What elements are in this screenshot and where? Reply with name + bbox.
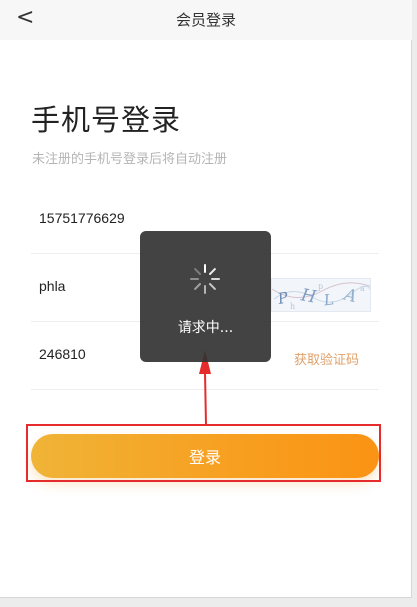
get-code-button[interactable]: 获取验证码: [294, 349, 359, 368]
spinner-icon: [190, 264, 220, 294]
captcha-input-value[interactable]: phla: [39, 278, 65, 294]
nav-title: 会员登录: [175, 11, 236, 29]
page-title: 手机号登录: [31, 103, 182, 137]
svg-text:a: a: [360, 284, 365, 293]
loading-toast: 请求中...: [140, 231, 271, 362]
svg-text:A: A: [340, 284, 359, 307]
svg-text:P: P: [275, 288, 290, 308]
nav-bar: < 会员登录: [0, 0, 412, 40]
svg-text:H: H: [299, 285, 319, 308]
captcha-image[interactable]: P H L A h p a: [271, 278, 371, 312]
svg-text:p: p: [318, 282, 323, 291]
page-subtitle: 未注册的手机号登录后将自动注册: [32, 152, 228, 167]
svg-text:L: L: [322, 290, 335, 309]
captcha-image-graphic: P H L A h p a: [272, 282, 370, 311]
phone-input-value[interactable]: 15751776629: [39, 210, 125, 226]
loading-toast-text: 请求中...: [177, 320, 234, 336]
svg-text:h: h: [290, 302, 295, 311]
sms-code-input-value[interactable]: 246810: [39, 346, 86, 362]
annotation-highlight-box: [26, 424, 381, 482]
